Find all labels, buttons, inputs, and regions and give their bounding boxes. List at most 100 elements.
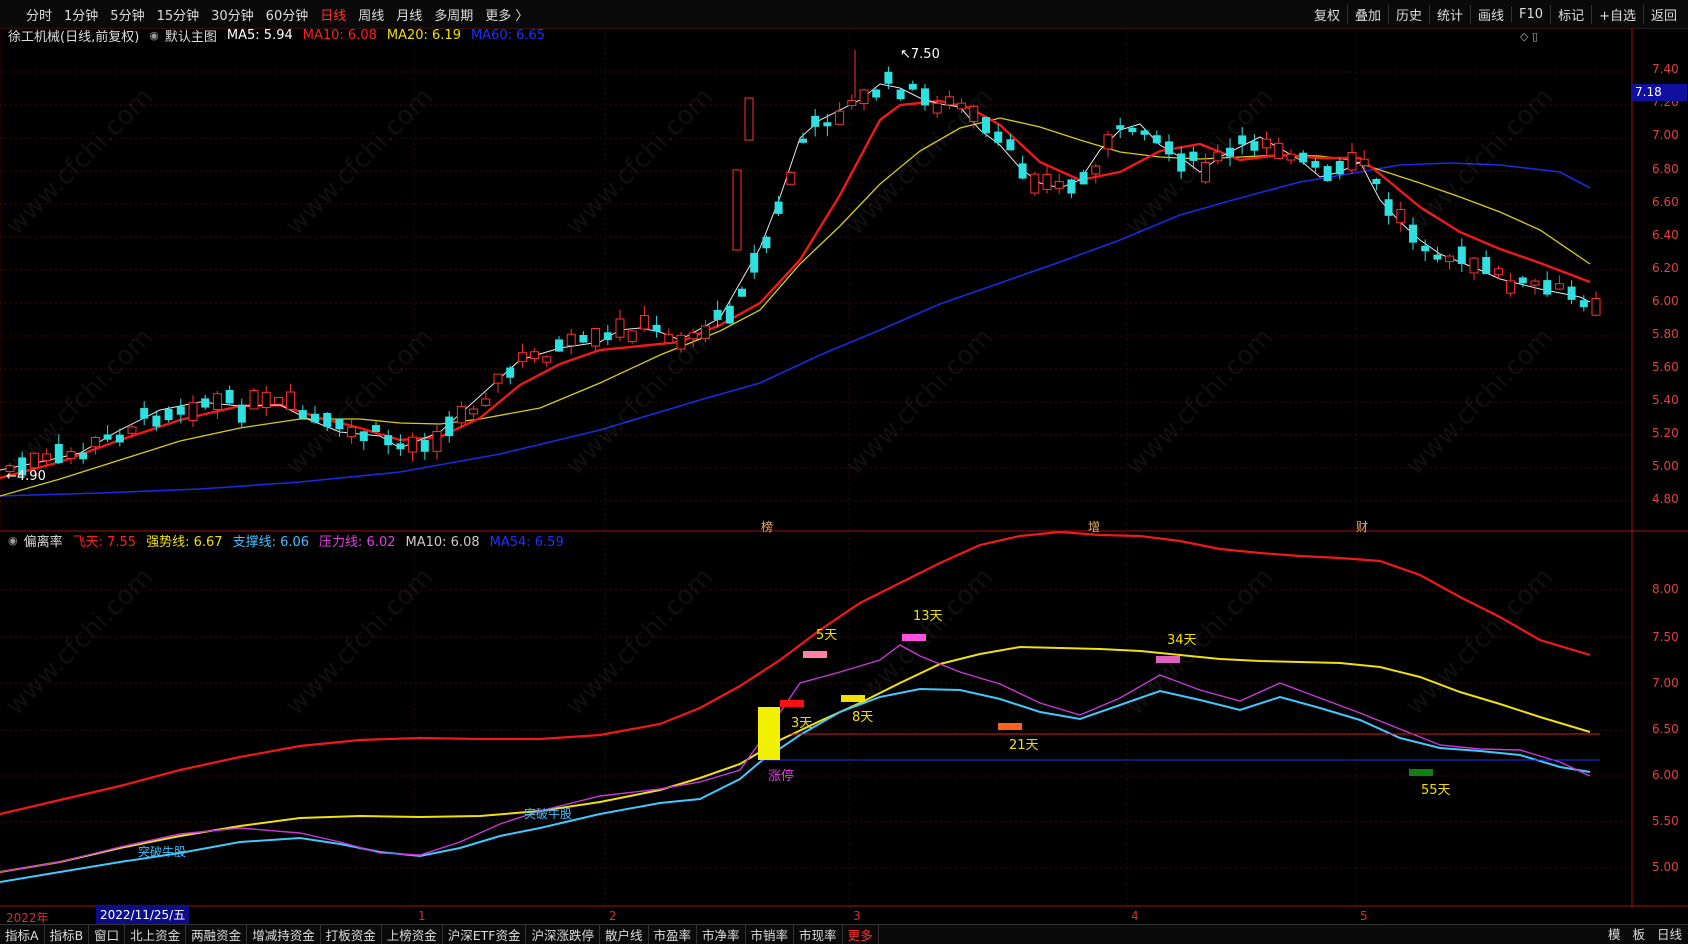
cursor-date-box: 2022/11/25/五	[96, 906, 190, 924]
candle-body	[859, 89, 869, 105]
candle-body	[469, 408, 479, 415]
tool-button-3[interactable]: 统计	[1429, 4, 1470, 24]
candle-body	[664, 333, 674, 344]
period-tab-2[interactable]: 5分钟	[104, 5, 150, 24]
period-tab-1[interactable]: 1分钟	[58, 5, 104, 24]
candle-body	[1469, 257, 1479, 274]
chart-annotation: 8天	[852, 710, 874, 725]
period-tabs: 分时 1分钟 5分钟 15分钟 30分钟 60分钟 日线 周线 月线 多周期 更多 〉	[20, 0, 534, 28]
candle-body	[372, 425, 380, 433]
y-tick-label: 6.20	[1652, 261, 1679, 275]
candle-body	[835, 110, 845, 125]
bottom-tab-1[interactable]: 指标B	[45, 925, 90, 944]
period-tab-7[interactable]: 周线	[352, 5, 390, 24]
tool-button-0[interactable]: 复权	[1307, 5, 1347, 24]
candle-body	[896, 89, 905, 100]
tool-button-7[interactable]: +自选	[1591, 4, 1643, 24]
tool-button-5[interactable]: F10	[1511, 6, 1550, 22]
candle-body	[79, 452, 88, 460]
bottom-right-tab-0[interactable]: 模	[1602, 924, 1627, 943]
sub-legend-5: MA54: 6.59	[489, 534, 564, 550]
bottom-tab-11[interactable]: 市盈率	[649, 925, 698, 944]
candle-body	[1323, 166, 1332, 182]
candle-body	[1103, 134, 1113, 150]
chart-window-icons[interactable]: ◇ ▯	[1520, 30, 1538, 43]
bottom-tab-bar: 指标A 指标B 窗口 北上资金 两融资金 增减持资金 打板资金 上榜资金 沪深ETF资金 沪深涨跌…	[0, 924, 1688, 944]
chart-annotation: 5天	[816, 628, 838, 643]
bottom-tab-10[interactable]: 散户线	[600, 925, 649, 944]
bottom-tab-2[interactable]: 窗口	[89, 925, 126, 944]
bottom-tab-4[interactable]: 两融资金	[186, 925, 248, 944]
bottom-tab-14[interactable]: 市现率	[794, 925, 843, 944]
period-tab-0[interactable]: 分时	[20, 5, 58, 24]
ma-legend-1: MA10: 6.08	[302, 27, 377, 43]
indicator-name[interactable]: 默认主图	[165, 26, 217, 45]
bottom-tab-6[interactable]: 打板资金	[321, 925, 382, 944]
bottom-tab-3[interactable]: 北上资金	[125, 925, 187, 944]
candle-body	[627, 330, 637, 343]
period-tab-4[interactable]: 30分钟	[205, 5, 260, 24]
candle-body	[1262, 138, 1272, 149]
sub-chart-title[interactable]: 偏离率	[24, 531, 63, 550]
toggle-icon[interactable]: ◉	[149, 29, 159, 42]
candle-body	[481, 398, 491, 406]
event-marker[interactable]: 增	[1088, 518, 1100, 535]
candle-body	[994, 131, 1003, 143]
candle-body	[732, 169, 742, 251]
bottom-right-tab-1[interactable]: 板	[1626, 924, 1651, 943]
sub-legend-3: 压力线: 6.02	[319, 534, 396, 550]
ma-legend-3: MA60: 6.65	[470, 27, 546, 43]
bottom-tab-7[interactable]: 上榜资金	[382, 925, 443, 944]
period-tab-10[interactable]: 更多 〉	[479, 5, 534, 24]
candle-body	[273, 396, 283, 405]
candle-body	[66, 451, 76, 460]
tool-button-6[interactable]: 标记	[1550, 4, 1591, 24]
candle-body	[847, 100, 857, 107]
main-chart-legend: 徐工机械(日线,前复权) ◉ 默认主图 MA5: 5.94 MA10: 6.08 M…	[8, 26, 555, 45]
period-tab-5[interactable]: 60分钟	[260, 5, 315, 24]
candle-body	[944, 96, 954, 106]
candle-body	[237, 404, 246, 423]
candle-body	[579, 334, 588, 343]
stock-title[interactable]: 徐工机械(日线,前复权)	[8, 26, 139, 45]
chart-annotation: 突破牛股	[138, 845, 187, 859]
y-tick-label: 7.00	[1652, 128, 1679, 142]
candle-body	[774, 201, 783, 214]
bottom-tab-0[interactable]: 指标A	[0, 925, 45, 944]
bottom-tab-15[interactable]: 更多	[843, 925, 879, 944]
candle-body	[811, 115, 820, 127]
tool-button-8[interactable]: 返回	[1642, 4, 1684, 24]
tool-button-2[interactable]: 历史	[1387, 4, 1429, 24]
bottom-tab-12[interactable]: 市净率	[697, 925, 746, 944]
candle-body	[1079, 172, 1088, 185]
candle-body	[555, 339, 563, 352]
period-tab-9[interactable]: 多周期	[428, 5, 479, 24]
candle-body	[261, 391, 271, 408]
bottom-tab-8[interactable]: 沪深ETF资金	[443, 925, 527, 944]
candle-body	[1591, 297, 1601, 316]
candle-body	[1359, 158, 1369, 167]
candle-body	[1445, 255, 1455, 263]
period-tab-8[interactable]: 月线	[390, 5, 428, 24]
candle-body	[738, 288, 746, 297]
tool-button-4[interactable]: 画线	[1470, 4, 1511, 24]
bottom-tab-9[interactable]: 沪深涨跌停	[526, 925, 600, 944]
event-marker[interactable]: 财	[1356, 518, 1368, 535]
candle-body	[1067, 179, 1076, 194]
bottom-tab-13[interactable]: 市销率	[746, 925, 795, 944]
candle-body	[103, 434, 112, 440]
event-marker[interactable]: 榜	[761, 518, 773, 535]
bottom-right-tab-2[interactable]: 日线	[1651, 924, 1688, 943]
period-tab-6[interactable]: 日线	[314, 5, 352, 24]
chart-tools: 复权 叠加 历史 统计 画线 F10 标记 +自选 返回	[1307, 0, 1684, 28]
toggle-icon[interactable]: ◉	[8, 534, 18, 547]
bottom-tab-5[interactable]: 增减持资金	[247, 925, 321, 944]
candle-body	[530, 351, 540, 360]
candle-body	[298, 410, 307, 419]
chart-annotation: 34天	[1167, 633, 1197, 648]
tool-button-1[interactable]: 叠加	[1346, 4, 1388, 24]
candle-body	[1054, 181, 1064, 189]
candle-body	[566, 333, 576, 347]
candle-body	[713, 309, 722, 320]
period-tab-3[interactable]: 15分钟	[151, 5, 206, 24]
